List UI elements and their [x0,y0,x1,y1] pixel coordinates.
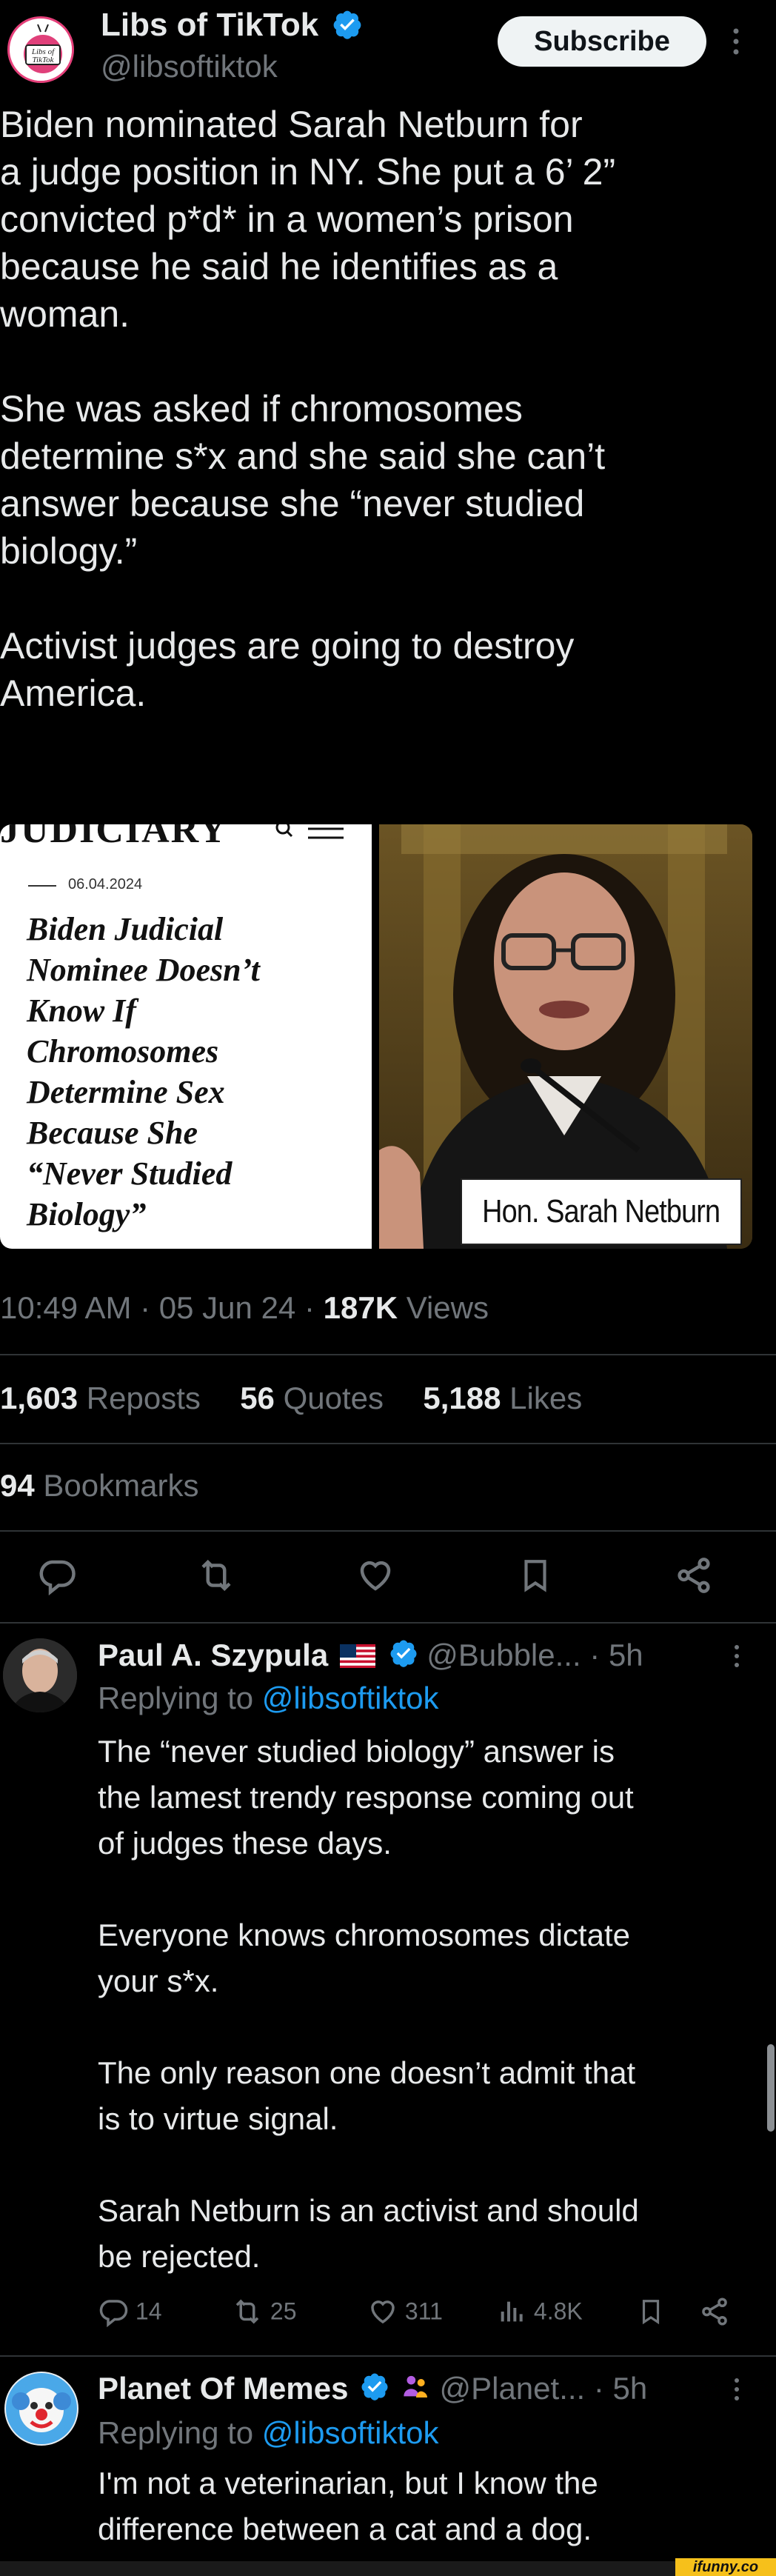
scrollbar-thumb[interactable] [767,2044,775,2132]
verified-badge-icon [332,9,363,40]
reply-like-button[interactable]: 311 [367,2296,443,2327]
article-date-rule [28,885,56,887]
views-icon [501,2301,523,2322]
reply-author-handle[interactable]: @Planet... [439,2371,585,2406]
post-meta: 10:49 AM · 05 Jun 24 · 187K Views [0,1290,489,1325]
bookmark-icon [642,2300,660,2325]
divider [0,1530,776,1532]
post-date[interactable]: 05 Jun 24 [159,1290,296,1325]
article-masthead: JUDICIARY [0,824,228,851]
share-icon [702,2298,727,2326]
reply-comment-button[interactable]: 14 [98,2296,162,2328]
svg-text:TikTok: TikTok [33,56,55,64]
bookmarks-stat[interactable]: 94 Bookmarks [0,1468,198,1504]
watermark-badge: ifunny.co [675,2558,776,2576]
repost-icon[interactable] [195,1555,237,1599]
likes-stat[interactable]: 5,188 Likes [423,1381,582,1415]
reply-likes-count: 311 [404,2298,443,2325]
nominee-photo-image[interactable]: Hon. Sarah Netburn [379,824,752,1249]
reply-author-name[interactable]: Paul A. Szypula [98,1638,328,1672]
repost-icon [235,2299,259,2324]
subscribe-button[interactable]: Subscribe [498,16,706,67]
author-avatar[interactable]: Libs of TikTok [7,16,74,83]
watermark-bar [0,2561,776,2576]
replying-to: Replying to @libsoftiktok [98,2415,439,2450]
reply-views-button[interactable]: 4.8K [498,2296,583,2327]
bookmark-icon[interactable] [517,1555,554,1599]
article-search-icon [275,824,295,844]
nameplate-text: Hon. Sarah Netburn [482,1193,720,1229]
post-views-count: 187K [323,1290,398,1325]
reply-header: Planet Of Memes @Planet... · 5h [98,2369,647,2411]
divider [0,1622,776,1624]
reposts-stat[interactable]: 1,603 Reposts [0,1381,201,1415]
article-headline: Biden Judicial Nominee Doesn’t Know If C… [27,911,260,1232]
reply-repost-button[interactable]: 25 [231,2296,296,2327]
reply-bookmark-button[interactable] [637,2296,665,2333]
divider [0,1354,776,1355]
replying-to-link[interactable]: @libsoftiktok [262,1681,439,1715]
replying-to: Replying to @libsoftiktok [98,1681,439,1715]
reply-share-button[interactable] [699,2296,730,2333]
reply-text: I'm not a veterinarian, but I know the d… [98,2466,598,2546]
libs-of-tiktok-logo: Libs of TikTok [12,21,72,81]
article-date: 06.04.2024 [68,876,143,892]
nameplate: Hon. Sarah Netburn [461,1178,742,1245]
engagement-stats: 1,603 Reposts 56 Quotes 5,188 Likes [0,1381,582,1416]
reply-replies-count: 14 [135,2298,162,2325]
reply-author-handle[interactable]: @Bubble... [427,1638,581,1672]
quotes-stat[interactable]: 56 Quotes [240,1381,384,1415]
share-icon[interactable] [674,1555,714,1599]
reply-avatar[interactable] [3,1638,77,1712]
reply-action-row: 14 25 311 4.8K [98,2296,749,2333]
clown-emoji-avatar [6,2373,77,2444]
reply-time[interactable]: 5h [613,2371,648,2406]
divider [0,2355,776,2357]
post-text: Biden nominated Sarah Netburn for a judg… [0,104,616,714]
reply-time[interactable]: 5h [609,1638,643,1672]
reply-author-name[interactable]: Planet Of Memes [98,2371,348,2406]
person-photo [3,1638,77,1712]
like-icon [371,2300,395,2324]
verified-badge-icon [389,1638,418,1678]
reply-icon[interactable] [37,1555,77,1599]
reply-more-icon[interactable] [733,1643,740,1673]
reply-text: The “never studied biology” answer is th… [98,1734,639,2274]
article-screenshot-image[interactable]: JUDICIARY 06.04.2024 Biden Judicial Nomi… [0,824,372,1249]
article-menu-icon [308,826,345,844]
us-flag-icon [339,1638,375,1678]
divider [0,1443,776,1444]
reply-more-icon[interactable] [733,2376,740,2406]
more-options-icon[interactable] [732,25,740,58]
author-name[interactable]: Libs of TikTok [101,3,318,47]
watermark-text: ifunny.co [692,2558,759,2575]
post-views-label: Views [406,1290,489,1325]
reply-reposts-count: 25 [270,2298,297,2325]
verified-badge-icon [360,2371,389,2411]
reply-header: Paul A. Szypula @Bubble... · 5h [98,1635,643,1678]
post-time[interactable]: 10:49 AM [0,1290,131,1325]
community-badge-icon [401,2371,431,2411]
replying-to-link[interactable]: @libsoftiktok [262,2415,439,2450]
reply-views-count: 4.8K [533,2298,583,2325]
reply-icon [99,2300,128,2328]
author-handle[interactable]: @libsoftiktok [101,47,278,86]
like-icon[interactable] [355,1555,395,1599]
reply-avatar[interactable] [4,2372,78,2446]
